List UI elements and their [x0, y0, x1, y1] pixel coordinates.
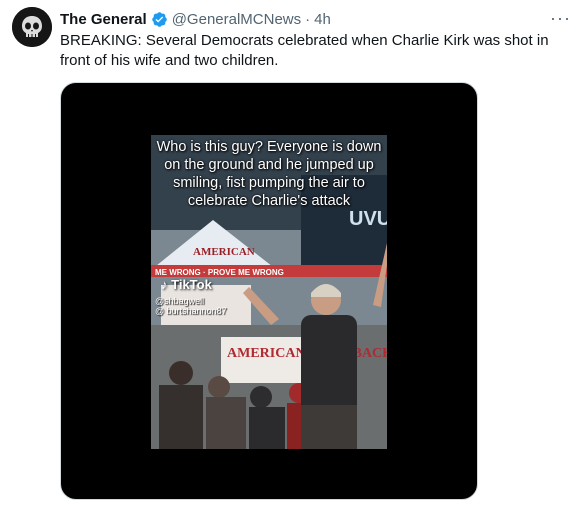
author-handle[interactable]: @GeneralMCNews	[172, 11, 301, 28]
tiktok-watermark: @shbagwell @ burtshannon87	[155, 296, 227, 316]
svg-text:UVU: UVU	[349, 208, 387, 230]
tiktok-user: @shbagwell	[155, 296, 205, 306]
separator-dot: ·	[305, 10, 311, 28]
tweet-text: BREAKING: Several Democrats celebrated w…	[60, 32, 549, 69]
video-caption: Who is this guy? Everyone is down on the…	[156, 139, 382, 209]
banner-strip-text: ME WRONG · PROVE ME WRONG	[155, 268, 284, 277]
svg-text:AMERICAN: AMERICAN	[193, 246, 255, 258]
timestamp[interactable]: 4h	[314, 11, 331, 28]
tiktok-icon: ♪	[161, 277, 168, 292]
tiktok-label: TikTok	[171, 277, 212, 292]
author-avatar[interactable]	[12, 7, 52, 47]
video-frame[interactable]: UVU ME WRONG · PROVE ME WRONG AMERICAN A…	[151, 135, 387, 449]
tiktok-logo: ♪ TikTok	[161, 277, 212, 292]
author-name[interactable]: The General	[60, 11, 147, 28]
tweet-media[interactable]: UVU ME WRONG · PROVE ME WRONG AMERICAN A…	[60, 82, 478, 500]
tweet-header: The General @GeneralMCNews · 4h	[60, 9, 331, 29]
more-options-icon[interactable]: ···	[550, 8, 571, 29]
tiktok-handle: @ burtshannon87	[155, 306, 227, 316]
verified-badge-icon	[151, 11, 168, 28]
